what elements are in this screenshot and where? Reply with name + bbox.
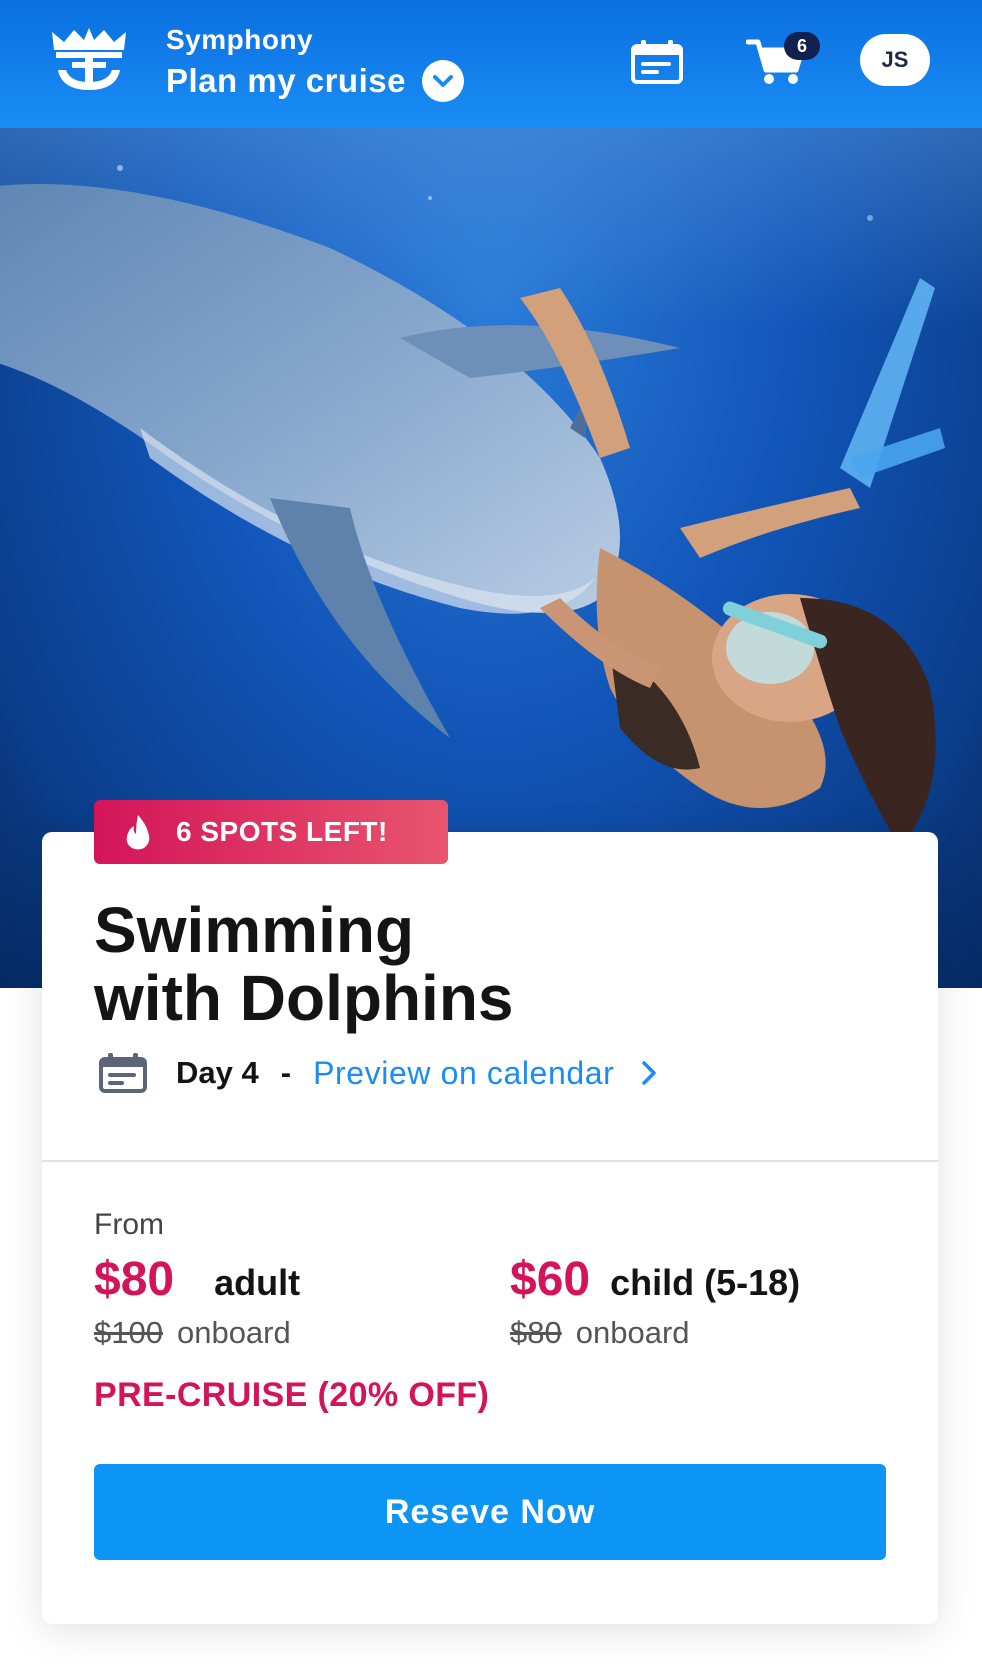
card-divider <box>42 1160 938 1162</box>
calendar-icon[interactable] <box>630 40 684 84</box>
adult-label: adult <box>214 1262 301 1303</box>
cart-count-badge: 6 <box>784 32 820 60</box>
plan-title: Plan my cruise <box>166 62 406 99</box>
calendar-icon <box>99 1053 147 1093</box>
child-label: child (5-18) <box>610 1262 801 1303</box>
chevron-right-icon[interactable] <box>640 1059 658 1087</box>
plan-cruise-dropdown[interactable]: Plan my cruise <box>166 60 464 102</box>
adult-old-price: $100 <box>94 1315 163 1350</box>
day-label: Day 4 <box>176 1055 259 1090</box>
app-header: Symphony Plan my cruise 6 JS <box>0 0 982 128</box>
from-label: From <box>94 1208 164 1241</box>
flame-icon <box>126 815 150 850</box>
adult-onboard-label: onboard <box>176 1315 291 1350</box>
badge-text: 6 SPOTS LEFT! <box>176 816 388 847</box>
pre-cruise-promo: PRE-CRUISE (20% OFF) <box>94 1376 490 1414</box>
activity-title: Swimming with Dolphins <box>94 896 894 1032</box>
child-price-block: $60 child (5-18) $80 onboard <box>510 1252 800 1351</box>
user-avatar[interactable]: JS <box>860 34 930 86</box>
title-line-2: with Dolphins <box>94 962 514 1034</box>
day-row: Day 4 - Preview on calendar <box>98 1052 658 1094</box>
adult-price: $80 <box>94 1253 175 1306</box>
child-old-price: $80 <box>510 1315 562 1350</box>
ship-name: Symphony <box>166 24 314 55</box>
reserve-now-button[interactable]: Reseve Now <box>94 1464 886 1560</box>
crown-anchor-logo-icon[interactable] <box>48 28 130 94</box>
adult-price-block: $80 adult $100 onboard <box>94 1252 300 1351</box>
preview-on-calendar-link[interactable]: Preview on calendar <box>313 1055 614 1092</box>
child-onboard-label: onboard <box>575 1315 690 1350</box>
child-price: $60 <box>510 1253 591 1306</box>
spots-left-badge: 6 SPOTS LEFT! <box>94 800 448 864</box>
title-line-1: Swimming <box>94 894 415 966</box>
chevron-down-icon[interactable] <box>421 60 464 102</box>
day-separator: - <box>280 1055 292 1090</box>
